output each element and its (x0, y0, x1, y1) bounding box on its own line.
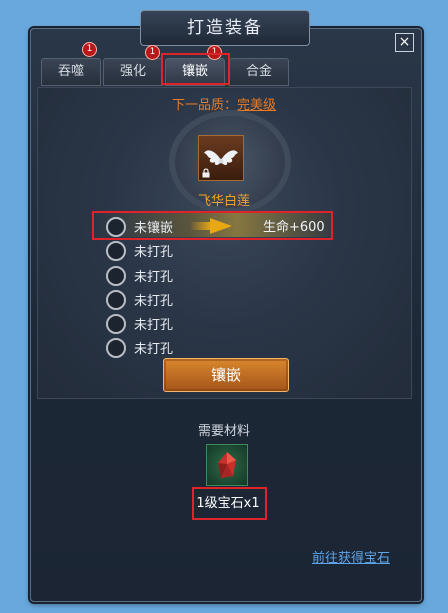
inlay-button[interactable]: 镶嵌 (163, 358, 289, 392)
white-wings-icon[interactable] (198, 135, 244, 181)
tab-enhance[interactable]: 强化 (103, 58, 163, 86)
lock-icon (202, 168, 210, 178)
tab-devour-badge: 1 (82, 42, 97, 57)
red-gem-icon[interactable] (206, 444, 248, 486)
slot-label: 未打孔 (134, 318, 174, 333)
slot-circle-icon (106, 241, 126, 261)
gem-graphic (218, 452, 236, 478)
tab-enhance-badge: 1 (145, 45, 160, 60)
slot-circle-icon (106, 314, 126, 334)
slot-circle-icon (106, 290, 126, 310)
slot-label: 未打孔 (134, 294, 174, 309)
slot-label: 未打孔 (134, 342, 174, 357)
material-highlight (192, 487, 267, 520)
slot-circle-icon (106, 338, 126, 358)
item-name: 飞华白莲 (197, 194, 250, 209)
slot-circle-icon (106, 266, 126, 286)
slot-label: 未打孔 (134, 270, 174, 285)
slot-label: 未打孔 (134, 245, 174, 260)
window-title: 打造装备 (140, 10, 310, 46)
tab-alloy[interactable]: 合金 (229, 58, 289, 86)
slot-1-highlight (92, 211, 333, 240)
materials-title: 需要材料 (197, 424, 250, 439)
tab-devour[interactable]: 吞噬 (41, 58, 101, 86)
get-gem-link[interactable]: 前往获得宝石 (312, 547, 390, 566)
tab-inlay-highlight (161, 53, 230, 85)
close-button[interactable]: × (395, 33, 414, 52)
